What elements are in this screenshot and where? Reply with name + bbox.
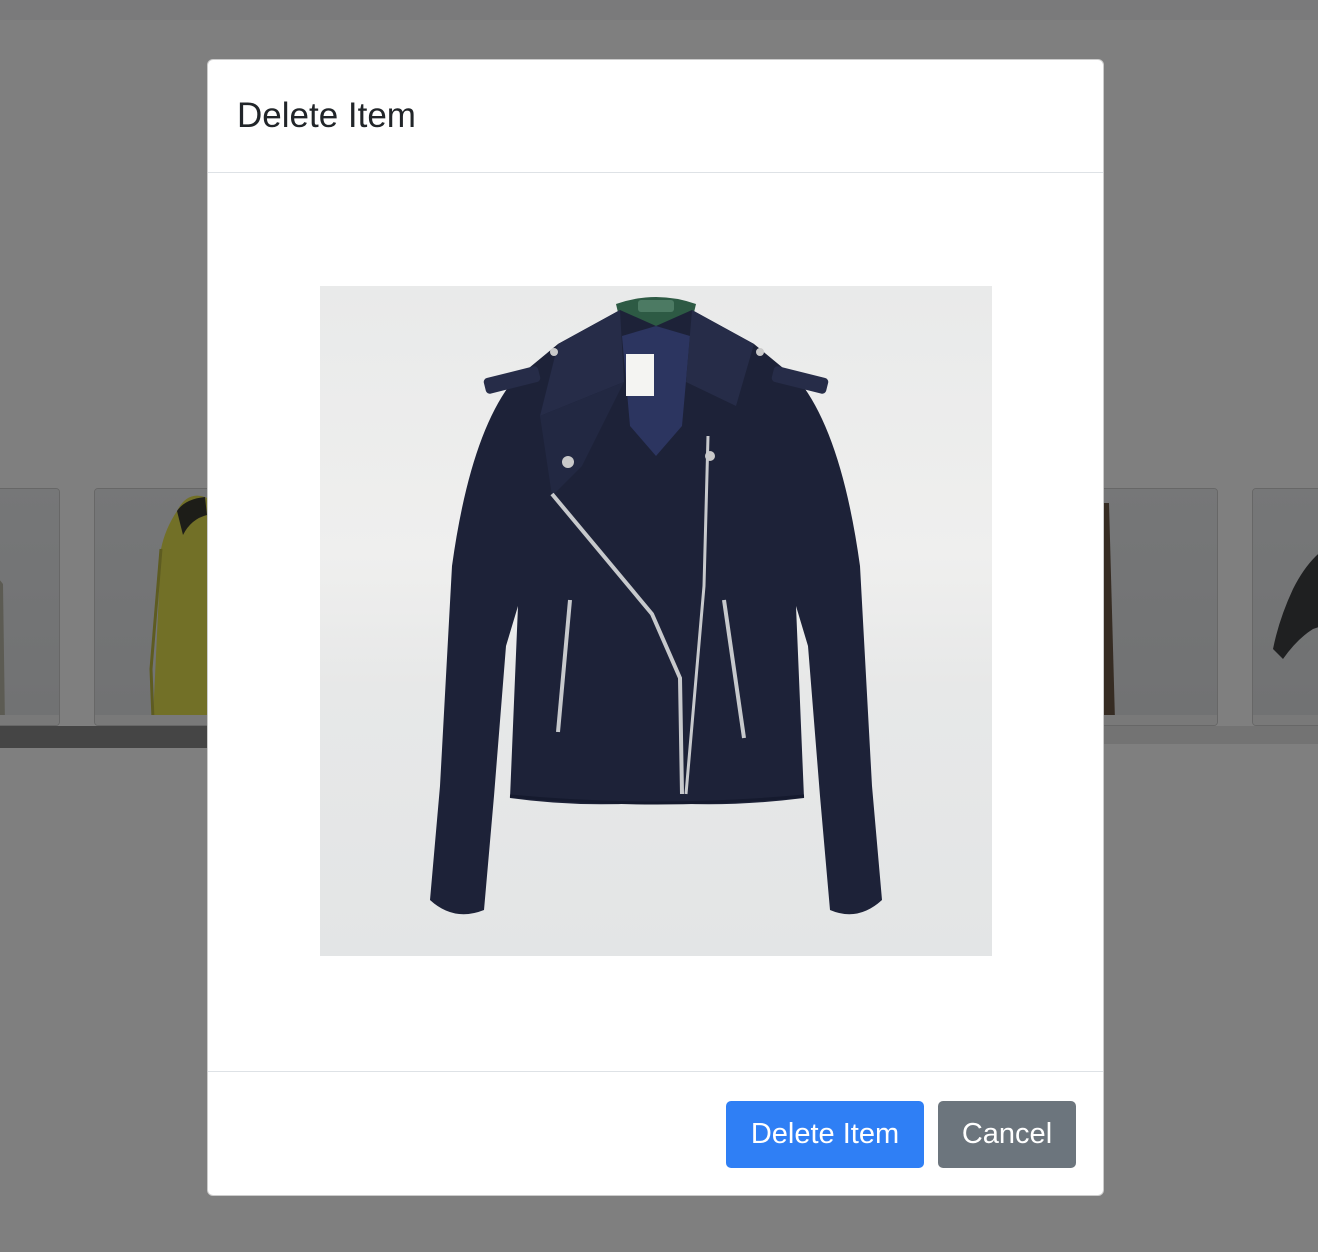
modal-footer: Delete Item Cancel <box>208 1071 1103 1195</box>
modal-body <box>208 173 1103 1071</box>
delete-item-button[interactable]: Delete Item <box>726 1101 924 1168</box>
modal-header: Delete Item <box>208 60 1103 173</box>
delete-item-modal: Delete Item Delete Item Cancel <box>207 59 1104 1196</box>
cancel-button[interactable]: Cancel <box>938 1101 1076 1168</box>
modal-title: Delete Item <box>237 96 416 135</box>
jacket-photo-icon <box>430 297 882 915</box>
item-photo <box>320 286 992 956</box>
